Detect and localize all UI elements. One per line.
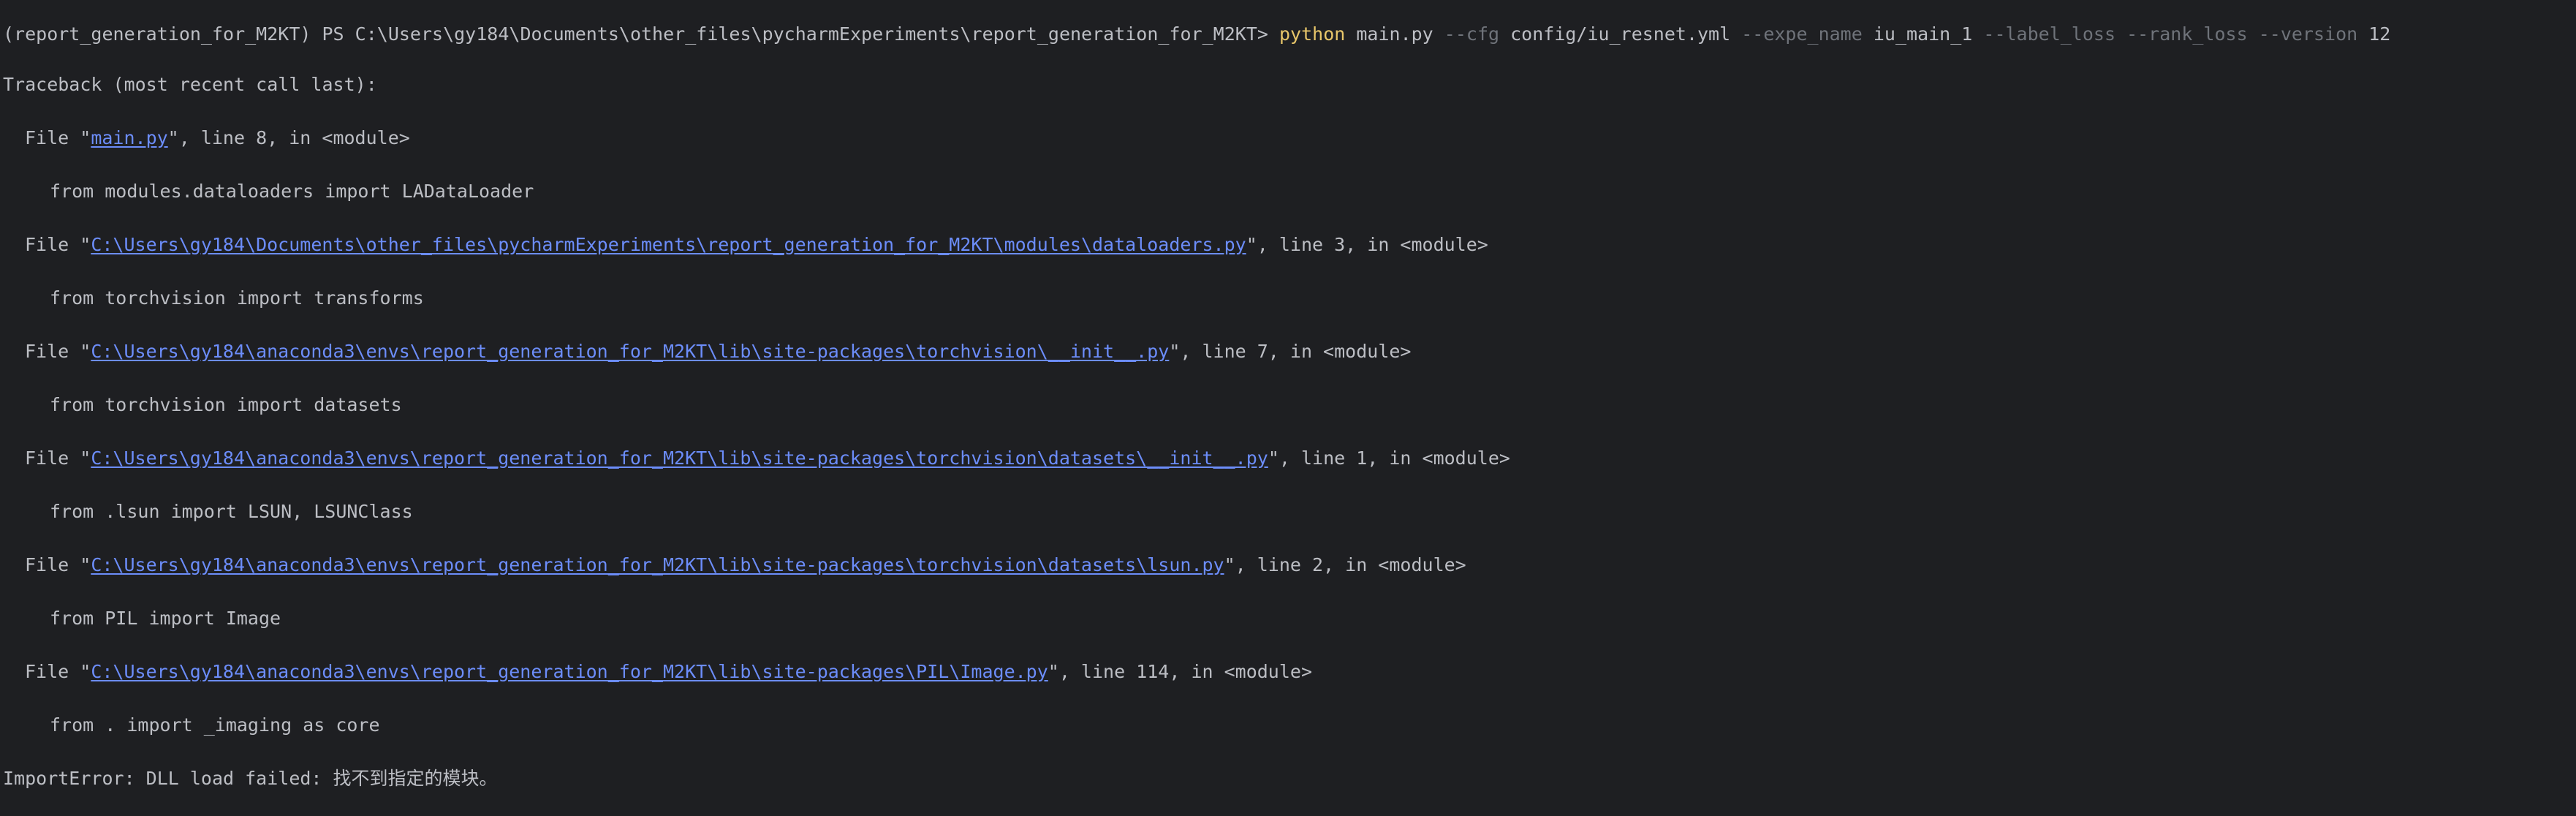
traceback-frame-code: from modules.dataloaders import LADataLo… [50, 181, 534, 202]
prompt-cwd: C:\Users\gy184\Documents\other_files\pyc… [355, 23, 1268, 45]
prompt-ps: PS [322, 23, 344, 45]
traceback-frame-code: from .lsun import LSUN, LSUNClass [50, 501, 413, 522]
file-suffix: ", line 1, in <module> [1268, 447, 1510, 469]
file-suffix: ", line 114, in <module> [1048, 661, 1313, 682]
traceback-frame-file: File "C:\Users\gy184\Documents\other_fil… [3, 229, 2576, 261]
cfg-flag: --cfg [1444, 23, 1500, 45]
prompt-env: (report_generation_for_M2KT) [3, 23, 311, 45]
traceback-frame-file: File "main.py", line 8, in <module> [3, 122, 2576, 154]
file-link[interactable]: main.py [91, 127, 167, 148]
file-suffix: ", line 8, in <module> [167, 127, 410, 148]
label-loss-flag: --label_loss [1983, 23, 2116, 45]
terminal-output[interactable]: (report_generation_for_M2KT) PS C:\Users… [0, 0, 2576, 789]
file-prefix: File " [25, 127, 91, 148]
file-prefix: File " [25, 234, 91, 255]
traceback-frame-file: File "C:\Users\gy184\anaconda3\envs\repo… [3, 442, 2576, 475]
traceback-frame-code: from PIL import Image [50, 608, 281, 629]
traceback-header: Traceback (most recent call last): [3, 74, 377, 95]
expe-name-flag: --expe_name [1741, 23, 1863, 45]
file-suffix: ", line 2, in <module> [1224, 554, 1466, 575]
file-link[interactable]: C:\Users\gy184\anaconda3\envs\report_gen… [91, 447, 1268, 469]
traceback-frame-code: from torchvision import transforms [50, 287, 424, 309]
traceback-frame-file: File "C:\Users\gy184\anaconda3\envs\repo… [3, 336, 2576, 368]
cfg-value: config/iu_resnet.yml [1510, 23, 1731, 45]
version-value: 12 [2368, 23, 2391, 45]
file-suffix: ", line 3, in <module> [1246, 234, 1488, 255]
file-prefix: File " [25, 447, 91, 469]
command-name: python [1279, 23, 1346, 45]
traceback-frame-file: File "C:\Users\gy184\anaconda3\envs\repo… [3, 549, 2576, 581]
command-script: main.py [1356, 23, 1433, 45]
traceback-frame-code: from . import _imaging as core [50, 714, 380, 736]
version-flag: --version [2258, 23, 2358, 45]
traceback-frame-code: from torchvision import datasets [50, 394, 402, 415]
file-link[interactable]: C:\Users\gy184\anaconda3\envs\report_gen… [91, 661, 1048, 682]
traceback-frame-file: File "C:\Users\gy184\anaconda3\envs\repo… [3, 656, 2576, 688]
file-prefix: File " [25, 661, 91, 682]
file-link[interactable]: C:\Users\gy184\anaconda3\envs\report_gen… [91, 554, 1224, 575]
file-link[interactable]: C:\Users\gy184\Documents\other_files\pyc… [91, 234, 1246, 255]
expe-name-value: iu_main_1 [1873, 23, 1973, 45]
file-prefix: File " [25, 341, 91, 362]
prompt-line: (report_generation_for_M2KT) PS C:\Users… [3, 21, 2576, 48]
file-prefix: File " [25, 554, 91, 575]
rank-loss-flag: --rank_loss [2126, 23, 2248, 45]
error-message: ImportError: DLL load failed: 找不到指定的模块。 [3, 768, 498, 789]
file-suffix: ", line 7, in <module> [1169, 341, 1412, 362]
file-link[interactable]: C:\Users\gy184\anaconda3\envs\report_gen… [91, 341, 1169, 362]
